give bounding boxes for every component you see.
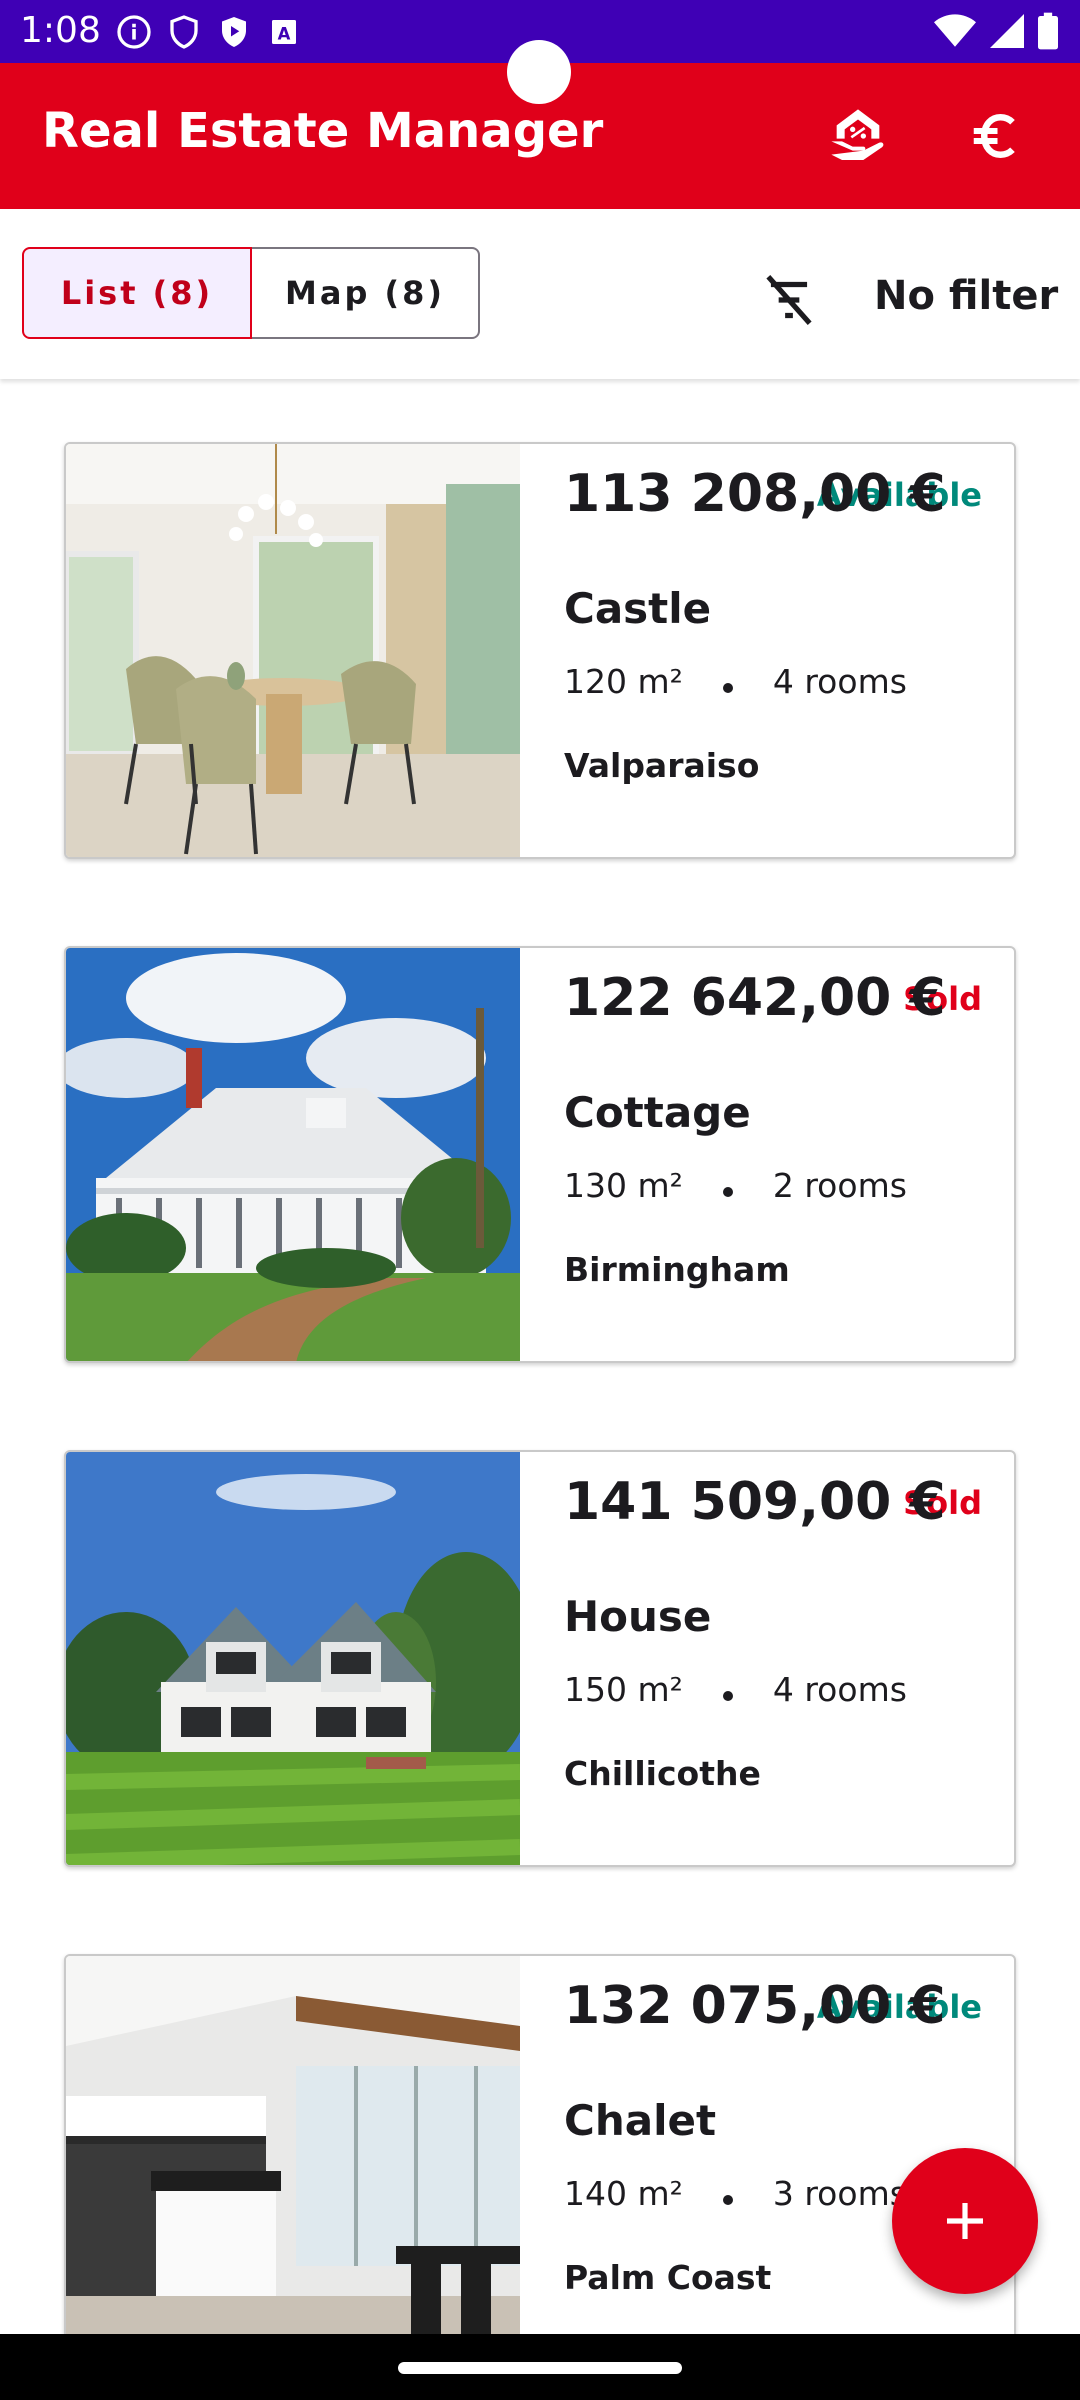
signal-icon	[990, 14, 1024, 48]
estimate-button[interactable]	[823, 101, 893, 171]
play-protect-icon	[222, 17, 246, 47]
euro-icon	[973, 113, 1015, 159]
filter-off-icon[interactable]	[758, 269, 820, 331]
property-price: 132 075,00 €	[564, 1976, 946, 2036]
property-area: 120 m²	[564, 662, 683, 701]
property-photo	[66, 444, 520, 857]
property-type: Cottage	[564, 1088, 751, 1137]
separator-dot	[722, 1690, 733, 1701]
property-type: Castle	[564, 584, 712, 633]
property-price: 141 509,00 €	[564, 1472, 946, 1532]
property-list[interactable]: Available 113 208,00 € Castle 120 m² 4 r…	[0, 379, 1080, 2334]
property-rooms: 3 rooms	[772, 2174, 907, 2213]
text-icon: A	[272, 20, 296, 44]
property-type: House	[564, 1592, 712, 1641]
separator-dot	[722, 2194, 733, 2205]
property-price: 113 208,00 €	[564, 464, 946, 524]
property-city: Birmingham	[564, 1250, 790, 1289]
property-city: Palm Coast	[564, 2258, 772, 2297]
tab-map[interactable]: Map (8)	[252, 247, 480, 339]
separator-dot	[722, 682, 733, 693]
home-gesture-handle[interactable]	[398, 2362, 682, 2374]
wifi-icon	[934, 14, 976, 47]
property-area: 130 m²	[564, 1166, 683, 1205]
camera-cutout	[507, 40, 571, 104]
property-photo	[66, 1956, 520, 2334]
property-card[interactable]: Sold 122 642,00 € Cottage 130 m² 2 rooms…	[64, 946, 1016, 1363]
property-city: Valparaiso	[564, 746, 760, 785]
property-rooms: 4 rooms	[772, 1670, 907, 1709]
currency-button[interactable]	[960, 101, 1030, 171]
filter-label[interactable]: No filter	[874, 273, 1058, 319]
property-rooms: 2 rooms	[772, 1166, 907, 1205]
battery-icon	[1038, 12, 1058, 50]
property-photo	[66, 1452, 520, 1865]
app-title: Real Estate Manager	[42, 103, 604, 159]
property-photo	[66, 948, 520, 1361]
property-area: 150 m²	[564, 1670, 683, 1709]
property-card[interactable]: Available 132 075,00 € Chalet 140 m² 3 r…	[64, 1954, 1016, 2334]
add-property-button[interactable]	[892, 2148, 1038, 2294]
property-price: 122 642,00 €	[564, 968, 946, 1028]
info-icon	[117, 15, 151, 49]
property-card[interactable]: Available 113 208,00 € Castle 120 m² 4 r…	[64, 442, 1016, 859]
property-rooms: 4 rooms	[772, 662, 907, 701]
system-nav-bar	[0, 2334, 1080, 2400]
property-card[interactable]: Sold 141 509,00 € House 150 m² 4 rooms C…	[64, 1450, 1016, 1867]
plus-icon	[947, 2203, 983, 2239]
shield-icon	[170, 15, 198, 49]
property-type: Chalet	[564, 2096, 717, 2145]
view-toolbar: List (8) Map (8) No filter	[0, 209, 1080, 379]
estimate-icon	[831, 109, 884, 160]
separator-dot	[722, 1186, 733, 1197]
property-city: Chillicothe	[564, 1754, 761, 1793]
property-area: 140 m²	[564, 2174, 683, 2213]
view-toggle: List (8) Map (8)	[22, 247, 480, 339]
status-time: 1:08	[20, 10, 101, 51]
svg-text:A: A	[278, 25, 291, 44]
tab-list[interactable]: List (8)	[22, 247, 252, 339]
